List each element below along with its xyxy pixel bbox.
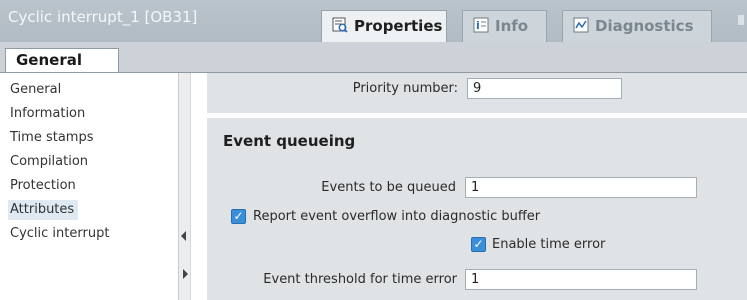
- nav-item-protection[interactable]: Protection: [8, 176, 80, 196]
- priority-number-label: Priority number:: [352, 81, 458, 96]
- diagnostics-icon: [573, 17, 589, 33]
- nav-item-compilation[interactable]: Compilation: [8, 152, 92, 172]
- nav-item-label: Information: [10, 106, 86, 121]
- priority-number-value: 9: [473, 81, 482, 96]
- events-to-be-queued-value: 1: [471, 180, 480, 195]
- nav-item-attributes[interactable]: Attributes: [8, 200, 79, 220]
- window-title: Cyclic interrupt_1 [OB31]: [8, 8, 198, 26]
- nav-panel: General Information Time stamps Compilat…: [0, 73, 178, 300]
- events-to-be-queued-label: Events to be queued: [321, 180, 456, 195]
- priority-number-field[interactable]: 9: [467, 78, 622, 99]
- tab-properties[interactable]: Properties: [321, 10, 447, 42]
- event-threshold-label: Event threshold for time error: [263, 272, 457, 287]
- nav-item-cyclic-interrupt[interactable]: Cyclic interrupt: [8, 224, 113, 244]
- report-overflow-label: Report event overflow into diagnostic bu…: [253, 209, 541, 224]
- event-queueing-title: Event queueing: [223, 132, 356, 150]
- enable-time-error-checkbox[interactable]: ✓: [471, 237, 486, 252]
- nav-item-label: Cyclic interrupt: [10, 226, 110, 241]
- title-bar: Cyclic interrupt_1 [OB31] Properties i I…: [0, 0, 747, 42]
- subtab-general-label: General: [16, 51, 82, 69]
- tab-properties-label: Properties: [354, 17, 443, 35]
- nav-item-label: Compilation: [10, 154, 89, 169]
- titlebar-overflow-handle[interactable]: [738, 15, 744, 25]
- enable-time-error-label: Enable time error: [492, 237, 606, 252]
- events-to-be-queued-field[interactable]: 1: [465, 177, 697, 198]
- checkmark-icon: ✓: [233, 209, 244, 223]
- info-icon: i: [473, 17, 489, 33]
- properties-inspector: Cyclic interrupt_1 [OB31] Properties i I…: [0, 0, 747, 300]
- checkmark-icon: ✓: [473, 237, 484, 251]
- nav-item-label: Attributes: [10, 202, 75, 217]
- nav-item-label: Protection: [10, 178, 76, 193]
- nav-content-divider[interactable]: [190, 73, 208, 300]
- svg-text:i: i: [476, 19, 480, 32]
- subtab-general[interactable]: General: [5, 48, 119, 72]
- nav-item-information[interactable]: Information: [8, 104, 89, 124]
- tab-info[interactable]: i Info: [462, 10, 547, 42]
- expand-arrow-icon[interactable]: [183, 269, 188, 279]
- event-threshold-field[interactable]: 1: [465, 269, 697, 290]
- report-overflow-checkbox[interactable]: ✓: [231, 209, 246, 224]
- properties-icon: [332, 17, 348, 33]
- tab-diagnostics-label: Diagnostics: [595, 17, 694, 35]
- nav-item-general[interactable]: General: [8, 80, 65, 100]
- event-threshold-value: 1: [471, 272, 480, 287]
- collapse-arrow-icon[interactable]: [181, 231, 186, 241]
- nav-item-time-stamps[interactable]: Time stamps: [8, 128, 97, 148]
- nav-item-label: General: [10, 82, 62, 97]
- nav-item-label: Time stamps: [10, 130, 94, 145]
- tab-diagnostics[interactable]: Diagnostics: [562, 10, 712, 42]
- tab-info-label: Info: [495, 17, 529, 35]
